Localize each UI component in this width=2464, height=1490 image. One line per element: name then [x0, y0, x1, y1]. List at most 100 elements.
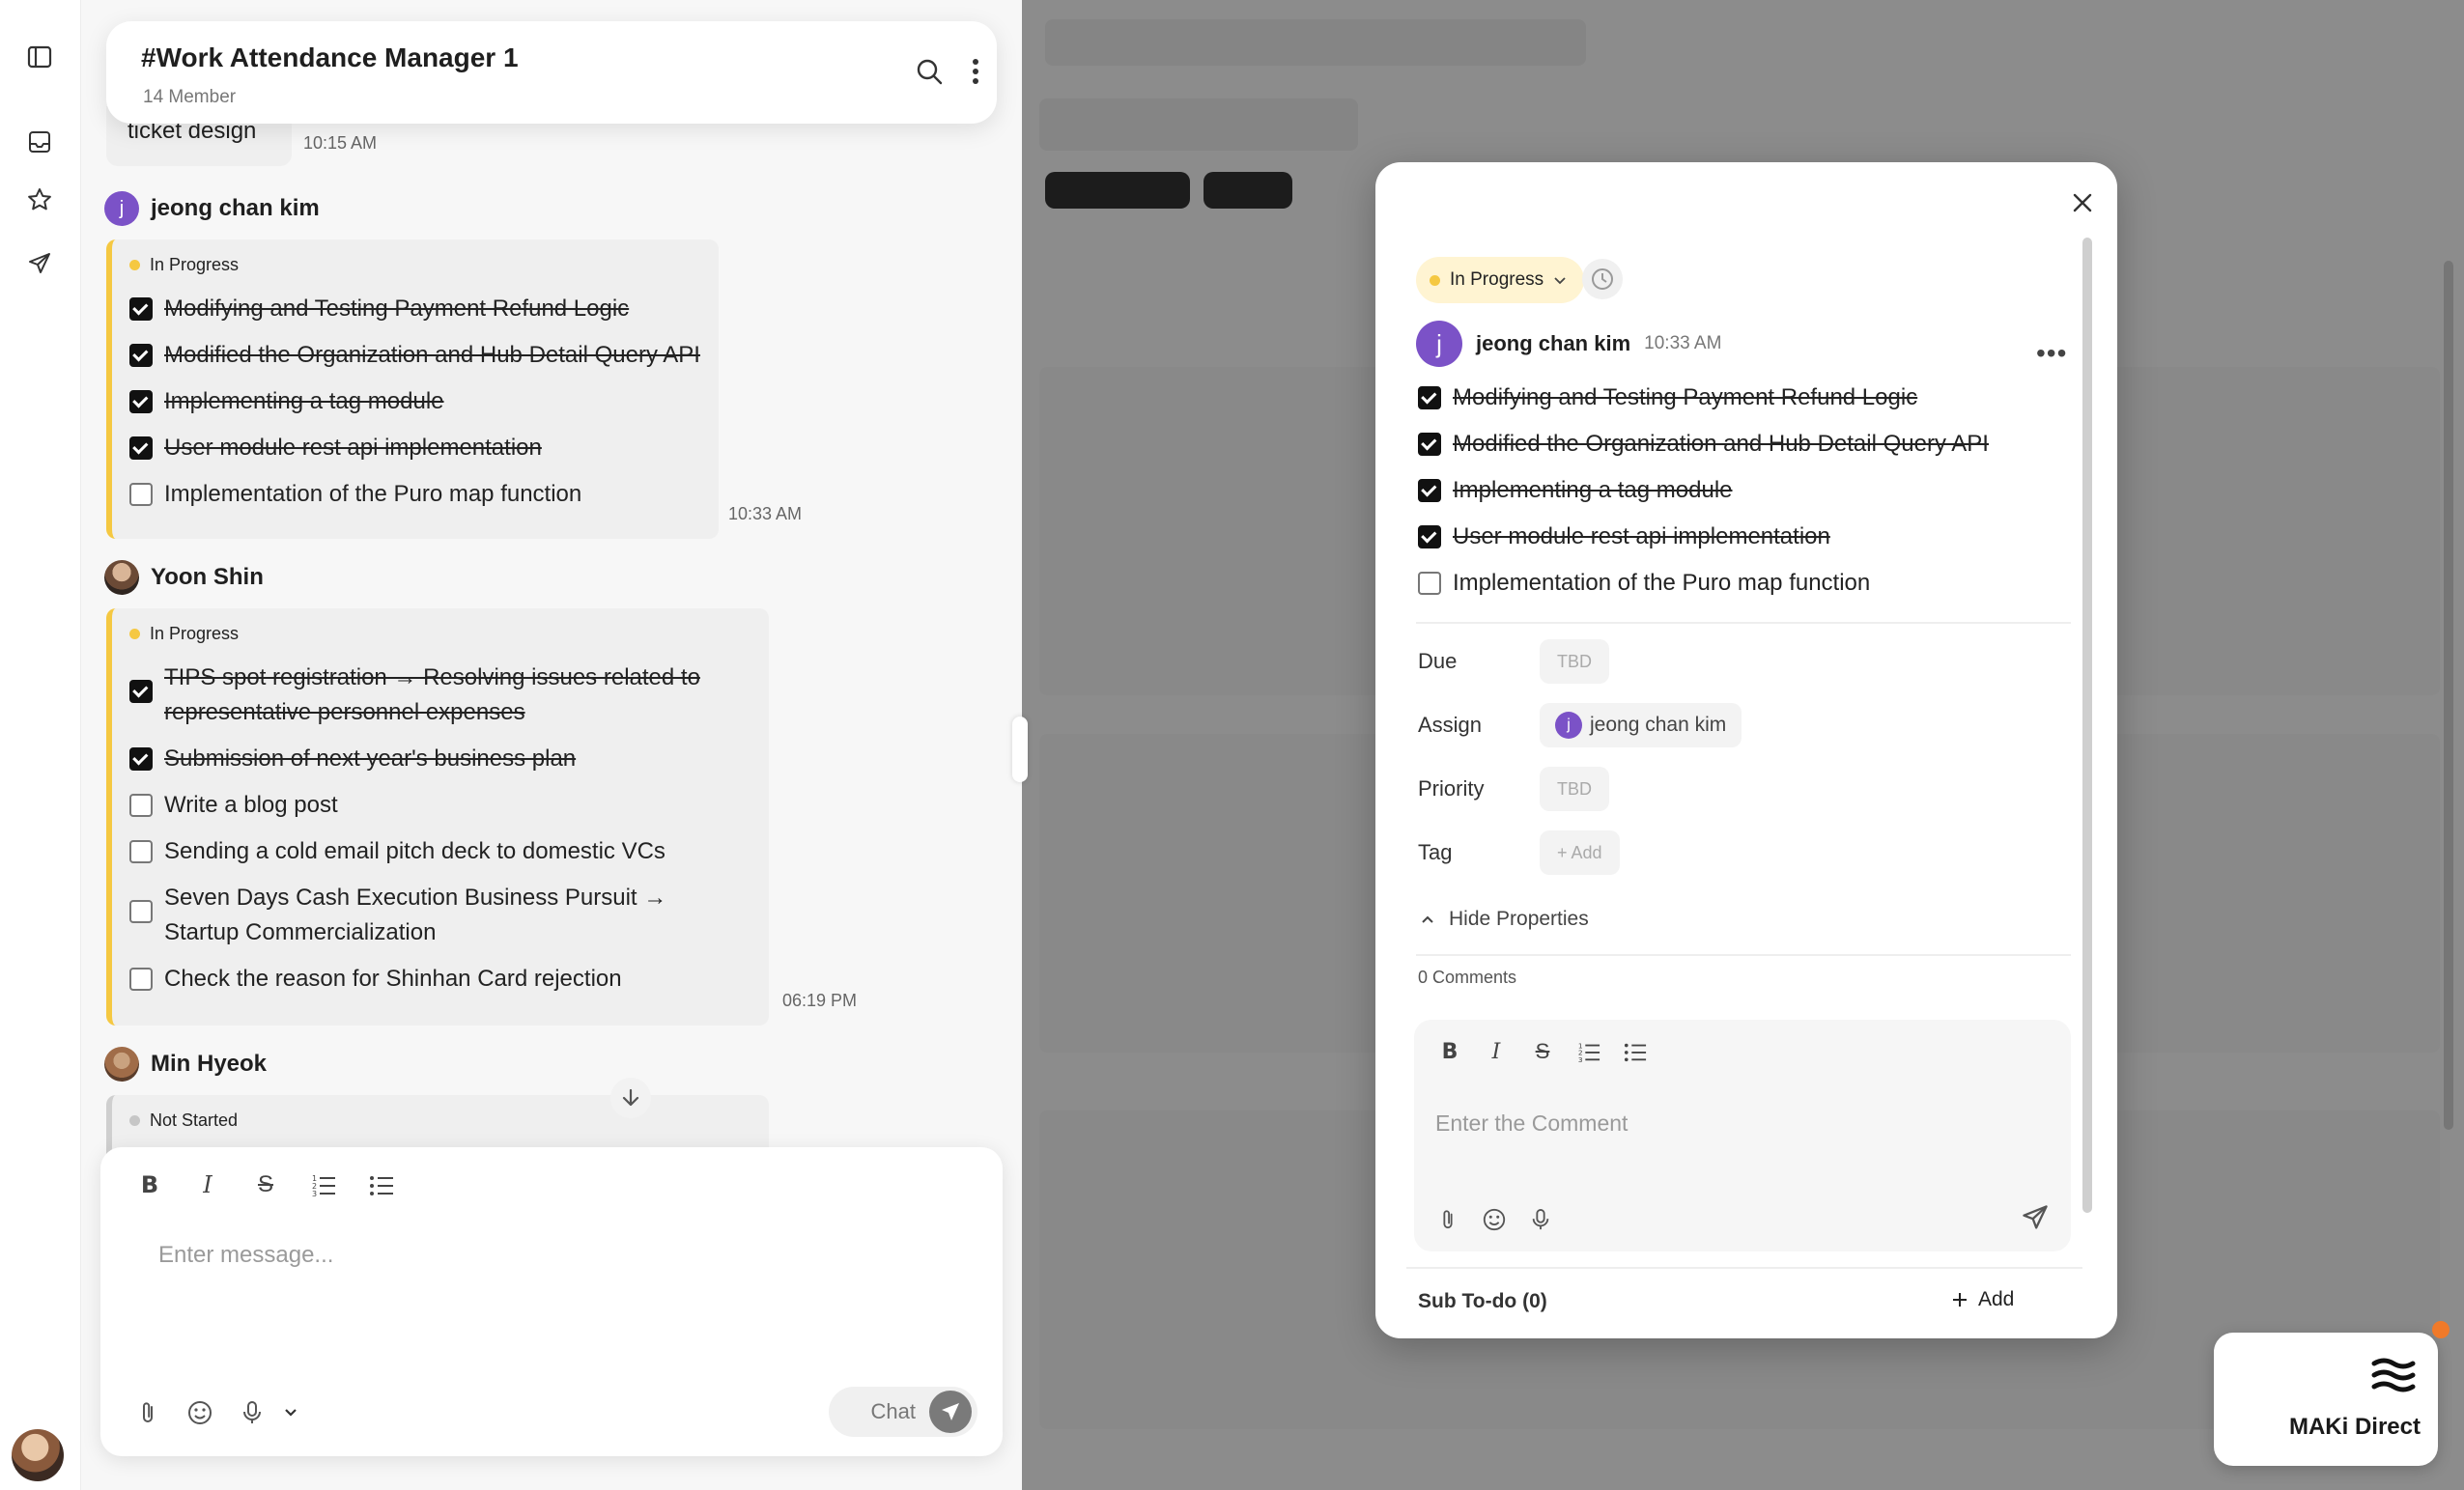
clock-icon[interactable] [1582, 259, 1623, 299]
send-icon[interactable] [21, 245, 58, 282]
bold-icon[interactable]: B [1435, 1037, 1464, 1066]
paperclip-icon[interactable] [1433, 1205, 1462, 1234]
todo-author: j jeong chan kim 10:33 AM [1416, 321, 1721, 367]
assignee-chip[interactable]: j jeong chan kim [1540, 703, 1742, 747]
svg-text:3: 3 [1578, 1055, 1583, 1063]
checkbox[interactable] [1418, 386, 1441, 409]
checkbox[interactable] [129, 968, 153, 991]
send-comment-icon[interactable] [2021, 1203, 2050, 1237]
message-input[interactable]: Enter message... [158, 1242, 333, 1269]
status-dropdown[interactable]: In Progress [1416, 257, 1585, 303]
add-subtodo-button[interactable]: Add [1951, 1288, 2014, 1311]
avatar: j [1555, 712, 1582, 739]
todo-item: Modifying and Testing Payment Refund Log… [1418, 380, 1917, 415]
todo-item: Implementing a tag module [1418, 473, 1733, 508]
strikethrough-icon[interactable]: S [1528, 1037, 1557, 1066]
author-name: Yoon Shin [151, 564, 264, 590]
bullet-list-icon[interactable] [367, 1170, 396, 1199]
ordered-list-icon[interactable]: 123 [309, 1170, 338, 1199]
scroll-down-button[interactable] [610, 1078, 651, 1118]
checkbox[interactable] [129, 344, 153, 367]
todo-text: TIPS spot registration → Resolving issue… [164, 664, 700, 725]
author-name: jeong chan kim [1476, 331, 1631, 355]
sub-todo-count: Sub To-do (0) [1418, 1290, 1547, 1312]
checkbox[interactable] [129, 297, 153, 321]
microphone-icon[interactable] [1526, 1205, 1555, 1234]
checkbox[interactable] [129, 680, 153, 703]
status-dot [129, 1115, 140, 1126]
comment-input[interactable]: Enter the Comment [1435, 1110, 1628, 1137]
checkbox[interactable] [1418, 479, 1441, 502]
ordered-list-icon[interactable]: 123 [1574, 1037, 1603, 1066]
bold-icon[interactable]: B [135, 1170, 164, 1199]
todo-item: Implementing a tag module [129, 384, 444, 419]
search-icon[interactable] [914, 56, 945, 92]
todo-text: Modifying and Testing Payment Refund Log… [1453, 384, 1918, 410]
todo-item: Submission of next year's business plan [129, 742, 576, 776]
panel-resize-handle[interactable] [1012, 717, 1028, 782]
checkbox[interactable] [129, 483, 153, 506]
chat-send-button[interactable]: Chat [829, 1387, 977, 1437]
todo-text: Check the reason for Shinhan Card reject… [164, 966, 622, 992]
chevron-down-icon[interactable] [276, 1398, 305, 1427]
todo-text: Modified the Organization and Hub Detail… [1453, 431, 1989, 457]
sidebar-toggle-icon[interactable] [21, 39, 58, 75]
hide-properties-toggle[interactable]: Hide Properties [1420, 908, 1589, 931]
due-value[interactable]: TBD [1540, 639, 1609, 684]
due-label: Due [1418, 649, 1458, 673]
member-count[interactable]: 14 Member [143, 87, 236, 108]
checkbox[interactable] [129, 900, 153, 923]
status-dot [1430, 274, 1440, 286]
more-horizontal-icon[interactable]: ••• [2036, 338, 2067, 369]
maki-direct-widget[interactable]: MAKi Direct [2214, 1333, 2438, 1466]
modal-scrollbar[interactable] [2082, 238, 2092, 1213]
strikethrough-icon[interactable]: S [251, 1170, 280, 1199]
checkbox[interactable] [1418, 525, 1441, 548]
message-time: 06:19 PM [782, 991, 858, 1010]
todo-text: Modified the Organization and Hub Detail… [164, 342, 700, 368]
more-vertical-icon[interactable] [966, 56, 985, 92]
todo-item: User module rest api implementation [1418, 520, 1830, 554]
inbox-icon[interactable] [21, 124, 58, 160]
user-avatar[interactable] [12, 1429, 64, 1481]
divider [1406, 1267, 2082, 1269]
italic-icon[interactable]: I [193, 1170, 222, 1199]
checkbox[interactable] [129, 390, 153, 413]
message-author: Min Hyeok [104, 1047, 267, 1082]
todo-text: Seven Days Cash Execution Business Pursu… [164, 885, 667, 945]
todo-card[interactable]: In Progress TIPS spot registration → Res… [106, 608, 769, 1026]
close-icon[interactable] [2063, 183, 2102, 222]
emoji-icon[interactable] [185, 1398, 214, 1427]
todo-item: Implementation of the Puro map function [129, 477, 581, 512]
todo-item: Write a blog post [129, 788, 338, 823]
todo-item: Modified the Organization and Hub Detail… [129, 338, 700, 373]
svg-text:3: 3 [312, 1190, 317, 1197]
tag-label: Tag [1418, 840, 1453, 864]
checkbox[interactable] [129, 436, 153, 460]
italic-icon[interactable]: I [1482, 1037, 1511, 1066]
format-toolbar: B I S 123 [1435, 1037, 1650, 1066]
priority-value[interactable]: TBD [1540, 767, 1609, 811]
checkbox[interactable] [1418, 433, 1441, 456]
todo-card[interactable]: In Progress Modifying and Testing Paymen… [106, 239, 719, 539]
emoji-icon[interactable] [1480, 1205, 1509, 1234]
star-icon[interactable] [21, 182, 58, 218]
bullet-list-icon[interactable] [1621, 1037, 1650, 1066]
todo-text: Implementation of the Puro map function [164, 481, 582, 507]
checkbox[interactable] [129, 840, 153, 863]
todo-item: Modifying and Testing Payment Refund Log… [129, 292, 629, 326]
checkbox[interactable] [129, 747, 153, 771]
todo-item: TIPS spot registration → Resolving issue… [129, 661, 738, 730]
microphone-icon[interactable] [238, 1398, 267, 1427]
add-tag-button[interactable]: + Add [1540, 830, 1620, 875]
status-text: Not Started [150, 1110, 239, 1130]
divider [1416, 622, 2071, 624]
todo-text: User module rest api implementation [1453, 523, 1830, 549]
comment-editor: B I S 123 Enter the Comment [1414, 1020, 2071, 1251]
checkbox[interactable] [129, 794, 153, 817]
checkbox[interactable] [1418, 572, 1441, 595]
todo-text: Write a blog post [164, 792, 338, 818]
attach-toolbar [1433, 1205, 1555, 1234]
plus-icon [1953, 1293, 1967, 1307]
paperclip-icon[interactable] [133, 1398, 162, 1427]
